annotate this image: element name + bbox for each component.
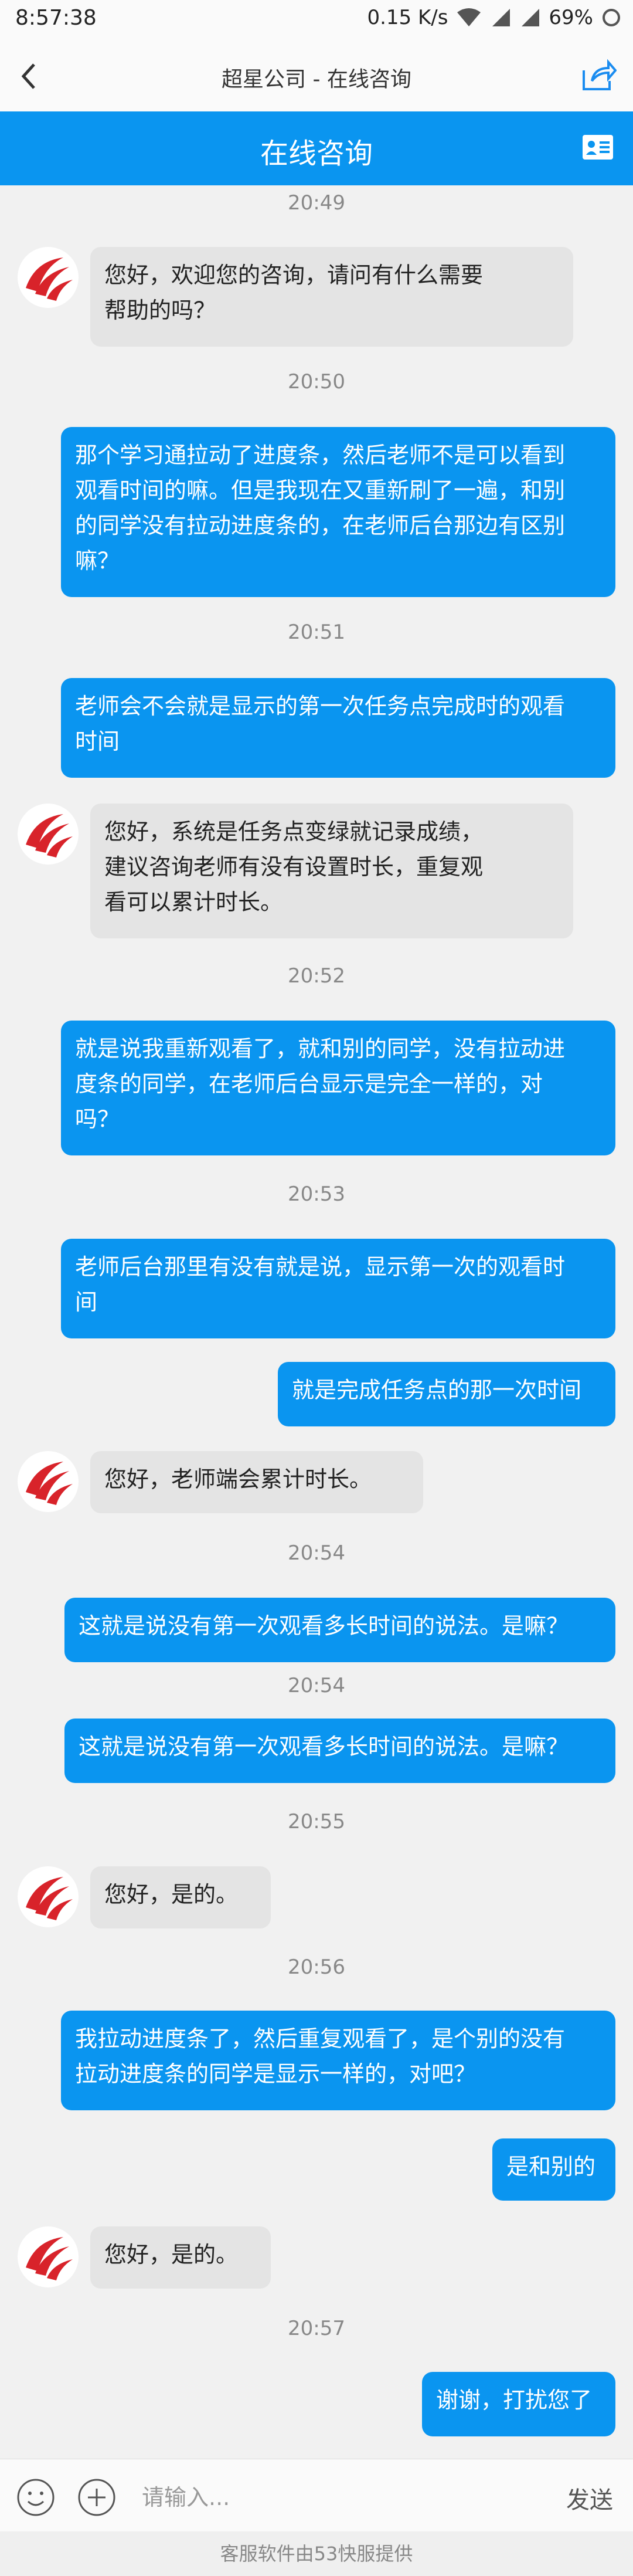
message-bubble: 您好，欢迎您的咨询，请问有什么需要 帮助的吗？ xyxy=(90,247,573,347)
send-button[interactable]: 发送 xyxy=(563,2480,617,2516)
message-bubble: 您好，系统是任务点变绿就记录成绩， 建议咨询老师有没有设置时长，重复观 看可以累… xyxy=(90,804,573,938)
message-bubble: 谢谢，打扰您了 xyxy=(422,2372,615,2436)
page-title: 超星公司 - 在线咨询 xyxy=(222,67,411,91)
agent-avatar xyxy=(18,804,79,865)
share-icon[interactable] xyxy=(579,57,617,93)
input-bar: 发送 xyxy=(0,2459,633,2532)
superstar-logo-icon xyxy=(19,2228,77,2286)
chat-header-bar: 在线咨询 xyxy=(0,111,633,185)
contact-card-icon[interactable] xyxy=(581,134,614,161)
timestamp: 20:54 xyxy=(288,1541,345,1565)
message-bubble: 就是说我重新观看了，就和别的同学，没有拉动进 度条的同学，在老师后台显示是完全一… xyxy=(61,1021,615,1155)
timestamp: 20:53 xyxy=(288,1182,345,1206)
plus-icon[interactable] xyxy=(77,2478,116,2517)
agent-avatar xyxy=(18,247,79,308)
message-bubble: 老师会不会就是显示的第一次任务点完成时的观看 时间 xyxy=(61,678,615,778)
timestamp: 20:56 xyxy=(288,1955,345,1979)
status-indicators: 0.15 K/s 69% xyxy=(367,6,621,29)
agent-avatar xyxy=(18,1866,79,1927)
timestamp: 20:57 xyxy=(288,2317,345,2340)
message-bubble: 是和别的 xyxy=(492,2138,615,2201)
timestamp: 20:51 xyxy=(288,621,345,644)
superstar-logo-icon xyxy=(19,1867,77,1926)
agent-avatar xyxy=(18,1451,79,1512)
signal-icon-2 xyxy=(522,9,540,26)
message-bubble: 就是完成任务点的那一次时间 xyxy=(278,1362,615,1426)
battery-icon xyxy=(603,9,620,26)
status-bar: 8:57:38 0.15 K/s 69% xyxy=(0,0,633,41)
signal-icon xyxy=(492,9,511,26)
message-bubble: 这就是说没有第一次观看多长时间的说法。是嘛？ xyxy=(64,1719,615,1783)
superstar-logo-icon xyxy=(19,805,77,863)
status-time: 8:57:38 xyxy=(15,6,97,30)
battery-level: 69% xyxy=(549,6,593,29)
message-bubble: 您好，老师端会累计时长。 xyxy=(90,1451,423,1513)
message-bubble: 这就是说没有第一次观看多长时间的说法。是嘛？ xyxy=(64,1598,615,1662)
timestamp: 20:49 xyxy=(288,191,345,215)
chat-header-title: 在线咨询 xyxy=(260,137,373,170)
message-input[interactable] xyxy=(141,2479,518,2516)
message-bubble: 您好，是的。 xyxy=(90,2226,271,2289)
message-bubble: 老师后台那里有没有就是说，显示第一次的观看时 间 xyxy=(61,1239,615,1338)
network-speed: 0.15 K/s xyxy=(367,6,448,29)
timestamp: 20:50 xyxy=(288,370,345,394)
message-bubble: 您好，是的。 xyxy=(90,1866,271,1928)
chat-list[interactable]: 20:49 您好，欢迎您的咨询，请问有什么需要 帮助的吗？ 20:50 那个学习… xyxy=(0,185,633,2459)
wifi-icon xyxy=(457,8,481,26)
superstar-logo-icon xyxy=(19,248,77,307)
agent-avatar xyxy=(18,2226,79,2287)
powered-by-footer: 客服软件由53快服提供 xyxy=(0,2531,633,2576)
timestamp: 20:52 xyxy=(288,964,345,988)
message-bubble: 那个学习通拉动了进度条，然后老师不是可以看到 观看时间的嘛。但是我现在又重新刷了… xyxy=(61,427,615,597)
superstar-logo-icon xyxy=(19,1452,77,1511)
timestamp: 20:55 xyxy=(288,1810,345,1833)
timestamp: 20:54 xyxy=(288,1674,345,1697)
emoji-icon[interactable] xyxy=(16,2478,55,2517)
message-bubble: 我拉动进度条了，然后重复观看了，是个别的没有 拉动进度条的同学是显示一样的，对吧… xyxy=(61,2011,615,2110)
title-bar: 超星公司 - 在线咨询 xyxy=(0,41,633,111)
